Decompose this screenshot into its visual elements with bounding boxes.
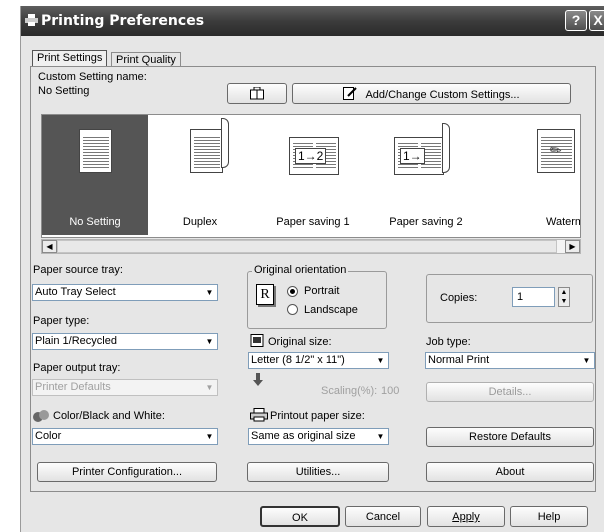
orientation-preview-letter: R	[260, 287, 270, 302]
briefcase-icon	[250, 86, 264, 103]
preset-label: Paper saving 1	[276, 216, 350, 228]
apply-button-label: Apply	[452, 511, 480, 523]
title-bar[interactable]: Printing Preferences ? X	[21, 6, 604, 36]
chevron-down-icon: ▼	[376, 356, 385, 365]
save-custom-setting-button[interactable]	[227, 83, 287, 104]
job-type-label: Job type:	[426, 336, 471, 348]
printout-size-select[interactable]: Same as original size ▼	[248, 428, 389, 445]
color-mode-select[interactable]: Color ▼	[32, 428, 218, 445]
edit-document-icon	[343, 87, 358, 103]
color-mode-label: Color/Black and White:	[53, 410, 165, 422]
apply-button[interactable]: Apply	[427, 506, 505, 527]
paper-type-label: Paper type:	[33, 315, 90, 327]
cancel-button[interactable]: Cancel	[345, 506, 421, 527]
preset-strip: No Setting Duplex 1→2 Paper saving 1 1→	[41, 114, 581, 238]
paper-source-label: Paper source tray:	[33, 264, 123, 276]
custom-setting-value: No Setting	[38, 85, 90, 97]
scaling-label: Scaling(%):	[321, 385, 378, 397]
chevron-down-icon: ▼	[376, 432, 385, 441]
orientation-preview-icon: R	[256, 284, 274, 305]
preset-label: Watermark (I	[546, 216, 580, 228]
copies-input[interactable]: 1	[512, 287, 555, 307]
color-mode-icon	[33, 410, 49, 425]
ok-button[interactable]: OK	[260, 506, 340, 527]
original-size-value: Letter (8 1/2" x 11")	[251, 354, 345, 366]
watermark-page-icon: ✎	[537, 129, 575, 173]
preset-scrollbar[interactable]: ◀ ▶	[41, 239, 581, 254]
chevron-down-icon: ▼	[205, 383, 214, 392]
copies-stepper[interactable]: ▲ ▼	[558, 287, 570, 307]
two-up-page-icon: 1→2	[289, 137, 339, 175]
printout-size-label: Printout paper size:	[270, 410, 365, 422]
paper-source-value: Auto Tray Select	[35, 286, 116, 298]
duplex-page-curl	[221, 118, 229, 168]
preset-label: Duplex	[182, 216, 218, 228]
blank-page-icon	[79, 129, 112, 173]
portrait-label[interactable]: Portrait	[304, 285, 339, 297]
orientation-legend: Original orientation	[252, 264, 349, 276]
printing-preferences-window: Printing Preferences ? X Print Settings …	[20, 6, 604, 532]
page-merge-badge: 1→2	[295, 148, 327, 164]
custom-setting-label: Custom Setting name:	[38, 71, 147, 83]
arrow-down-icon	[253, 373, 263, 390]
scroll-thumb[interactable]	[57, 240, 557, 253]
about-button[interactable]: About	[426, 462, 594, 482]
details-button[interactable]: Details...	[426, 382, 594, 402]
original-size-label: Original size:	[268, 336, 332, 348]
printer-configuration-button[interactable]: Printer Configuration...	[37, 462, 217, 482]
preset-no-setting[interactable]: No Setting	[42, 115, 148, 235]
job-type-select[interactable]: Normal Print ▼	[425, 352, 595, 369]
page-merge-badge: 1→	[400, 148, 425, 164]
preset-duplex[interactable]: Duplex	[148, 115, 252, 235]
two-up-duplex-icon: 1→	[394, 137, 444, 175]
preset-paper-saving-1[interactable]: 1→2 Paper saving 1	[252, 115, 374, 235]
paper-source-select[interactable]: Auto Tray Select ▼	[32, 284, 218, 301]
utilities-button[interactable]: Utilities...	[247, 462, 389, 482]
scroll-right-icon[interactable]: ▶	[565, 240, 580, 253]
restore-defaults-button[interactable]: Restore Defaults	[426, 427, 594, 447]
window-title: Printing Preferences	[41, 13, 205, 29]
copies-label: Copies:	[440, 292, 478, 304]
add-change-custom-settings-button[interactable]: Add/Change Custom Settings...	[292, 83, 571, 104]
preset-paper-saving-2[interactable]: 1→ Paper saving 2	[374, 115, 478, 235]
paper-type-select[interactable]: Plain 1/Recycled ▼	[32, 333, 218, 350]
paper-type-value: Plain 1/Recycled	[35, 335, 117, 347]
help-title-button[interactable]: ?	[565, 10, 587, 31]
preset-watermark[interactable]: ✎ Watermark (I	[478, 115, 580, 235]
color-mode-value: Color	[35, 430, 62, 442]
paper-output-label: Paper output tray:	[33, 362, 121, 374]
original-size-icon	[250, 334, 266, 351]
portrait-radio[interactable]	[287, 286, 298, 297]
original-size-select[interactable]: Letter (8 1/2" x 11") ▼	[248, 352, 389, 369]
chevron-down-icon: ▼	[582, 356, 591, 365]
landscape-radio[interactable]	[287, 304, 298, 315]
add-change-custom-settings-label: Add/Change Custom Settings...	[365, 89, 520, 101]
chevron-down-icon: ▼	[205, 288, 214, 297]
printout-size-icon	[250, 408, 268, 425]
help-button[interactable]: Help	[510, 506, 588, 527]
paper-output-select[interactable]: Printer Defaults ▼	[32, 379, 218, 396]
chevron-down-icon: ▼	[205, 432, 214, 441]
duplex-page-curl	[442, 123, 450, 173]
printout-size-value: Same as original size	[251, 430, 356, 442]
close-button[interactable]: X	[589, 10, 604, 31]
preset-label: Paper saving 2	[389, 216, 463, 228]
scroll-left-icon[interactable]: ◀	[42, 240, 57, 253]
job-type-value: Normal Print	[428, 354, 490, 366]
printer-icon	[25, 14, 38, 26]
paper-output-value: Printer Defaults	[35, 381, 111, 393]
preset-label: No Setting	[69, 216, 121, 228]
scaling-value: 100	[381, 385, 400, 397]
landscape-label[interactable]: Landscape	[304, 304, 358, 316]
copies-value: 1	[517, 291, 524, 303]
chevron-down-icon: ▼	[205, 337, 214, 346]
duplex-page-icon	[190, 129, 223, 173]
